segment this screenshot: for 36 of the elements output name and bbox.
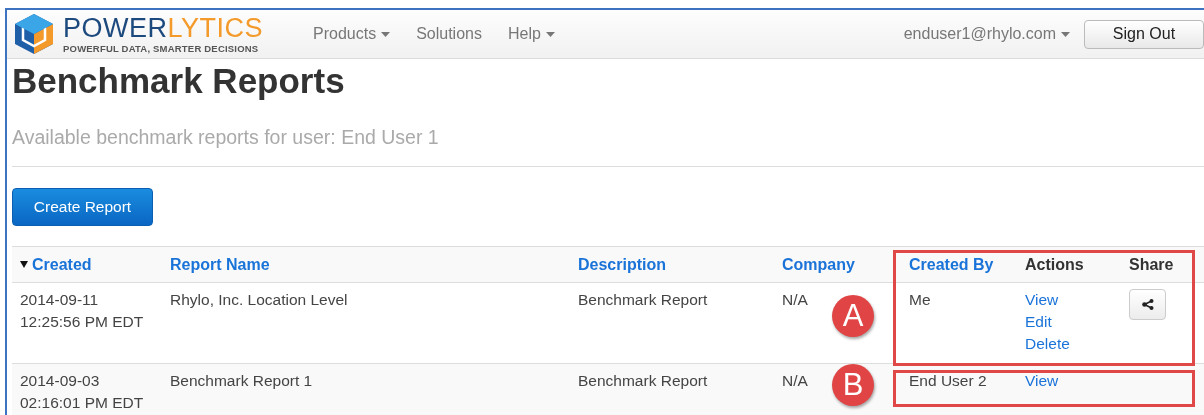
created-by: Me xyxy=(909,290,931,310)
description: Benchmark Report xyxy=(578,290,708,310)
column-header[interactable]: Created By xyxy=(909,255,1025,274)
brand-name: POWERLYTICS xyxy=(63,14,264,41)
sign-out-button[interactable]: Sign Out xyxy=(1084,19,1204,49)
user-menu[interactable]: enduser1@rhylo.com xyxy=(903,25,1070,43)
action-link[interactable]: View xyxy=(1025,370,1059,392)
column-header[interactable]: Created xyxy=(20,255,170,274)
created-date: 2014-09-03 xyxy=(20,371,100,391)
company: N/A xyxy=(782,371,808,391)
share-button[interactable] xyxy=(1129,289,1166,320)
brand-tagline: POWERFUL DATA, SMARTER DECISIONS xyxy=(63,42,260,54)
report-name: Benchmark Report 1 xyxy=(170,371,313,391)
created-time: 12:25:56 PM EDT xyxy=(20,312,144,332)
nav-link[interactable]: Products xyxy=(313,25,391,43)
company: N/A xyxy=(782,290,808,310)
create-report-button[interactable]: Create Report xyxy=(12,188,153,226)
created-time: 02:16:01 PM EDT xyxy=(20,393,144,413)
column-header[interactable]: Report Name xyxy=(170,255,578,274)
created-by: End User 2 xyxy=(909,371,987,391)
report-name: Rhylo, Inc. Location Level xyxy=(170,290,348,310)
created-date: 2014-09-11 xyxy=(20,290,99,310)
action-link[interactable]: View xyxy=(1025,289,1059,311)
nav-link[interactable]: Solutions xyxy=(416,25,482,43)
column-header[interactable]: Description xyxy=(578,255,782,274)
page-subtitle: Available benchmark reports for user: End User 1 xyxy=(12,126,1204,167)
action-link[interactable]: Delete xyxy=(1025,333,1070,355)
page-title: Benchmark Reports xyxy=(12,61,346,101)
action-link[interactable]: Edit xyxy=(1025,311,1052,333)
column-header[interactable]: Company xyxy=(782,255,909,274)
description: Benchmark Report xyxy=(578,371,708,391)
share-icon xyxy=(1141,299,1154,310)
column-header: Actions xyxy=(1025,255,1085,274)
cube-logo-icon xyxy=(13,13,55,55)
nav-link[interactable]: Help xyxy=(507,25,555,43)
column-header: Share xyxy=(1129,255,1175,274)
